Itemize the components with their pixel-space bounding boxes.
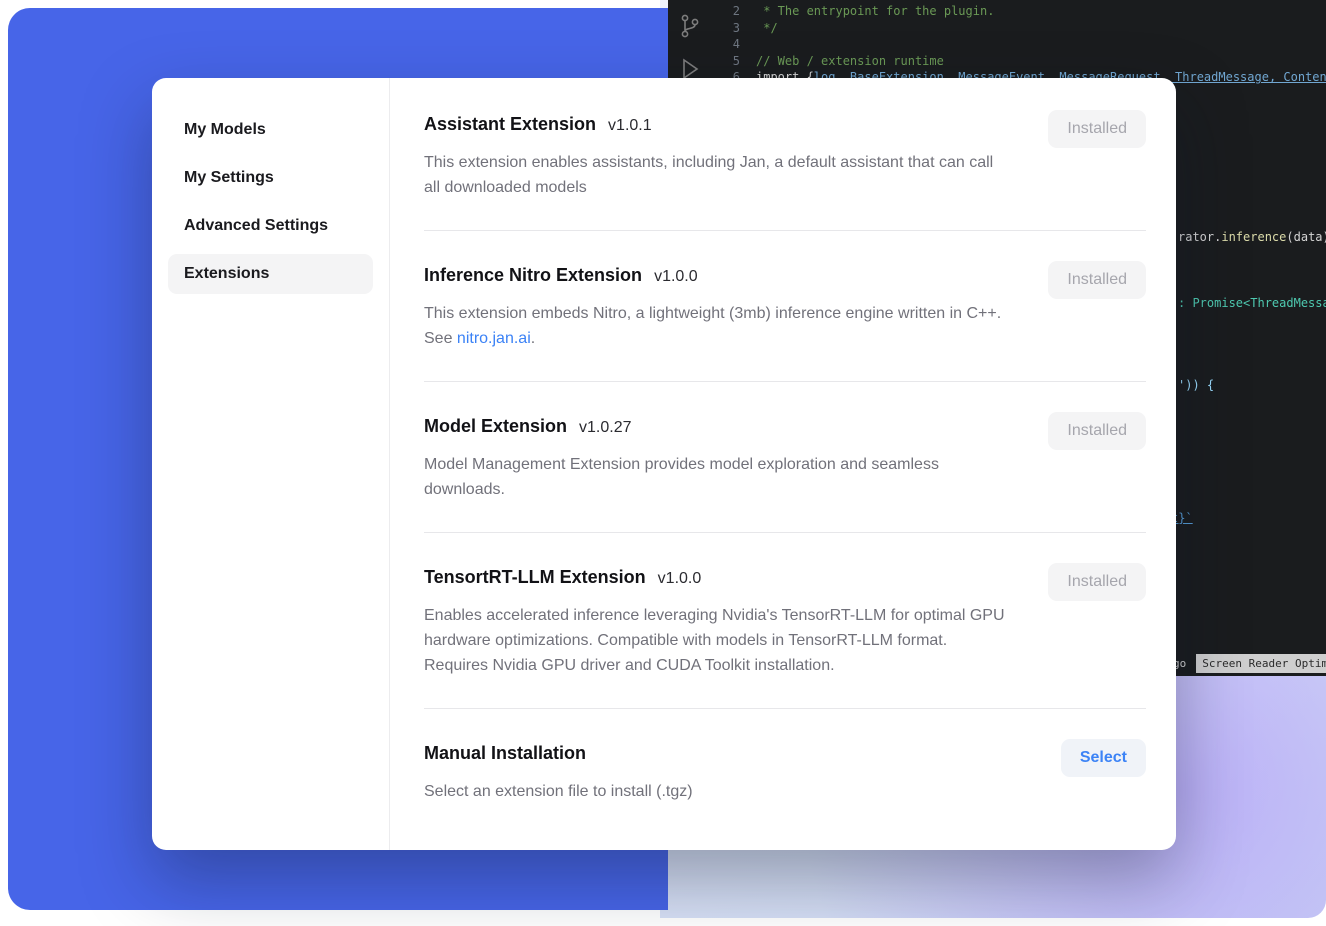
extension-version: v1.0.0 <box>654 268 698 286</box>
line-number: 4 <box>716 37 740 51</box>
extension-version: v1.0.27 <box>579 419 631 437</box>
manual-installation-title: Manual Installation <box>424 739 586 767</box>
code-line: 5 // Web / extension runtime <box>716 53 1326 70</box>
extension-version: v1.0.0 <box>658 570 702 588</box>
extension-row-model: Model Extension v1.0.27 Model Management… <box>424 382 1146 532</box>
code-text: * The entrypoint for the plugin. <box>756 4 994 18</box>
installed-button[interactable]: Installed <box>1048 412 1146 450</box>
screen-reader-badge: Screen Reader Optimized <box>1196 654 1326 673</box>
description-text: . <box>531 330 535 347</box>
extension-description: This extension enables assistants, inclu… <box>424 150 1009 200</box>
code-line: 3 */ <box>716 20 1326 37</box>
installed-button[interactable]: Installed <box>1048 110 1146 148</box>
extension-name: Model Extension <box>424 412 567 440</box>
extension-description: Enables accelerated inference leveraging… <box>424 603 1009 678</box>
extension-description: This extension embeds Nitro, a lightweig… <box>424 301 1009 351</box>
code-line: 4 <box>716 36 1326 53</box>
nitro-jan-ai-link[interactable]: nitro.jan.ai <box>457 330 531 347</box>
code-line: 2 * The entrypoint for the plugin. <box>716 3 1326 20</box>
extension-version: v1.0.1 <box>608 117 652 135</box>
extension-name: Assistant Extension <box>424 110 596 138</box>
installed-button[interactable]: Installed <box>1048 261 1146 299</box>
code-fragment: : Promise<ThreadMessage> <box>1178 296 1326 310</box>
settings-sidebar: My Models My Settings Advanced Settings … <box>152 78 390 850</box>
sidebar-item-advanced-settings[interactable]: Advanced Settings <box>168 206 373 246</box>
code-fragment: ')) { <box>1178 378 1214 392</box>
extension-row-assistant: Assistant Extension v1.0.1 This extensio… <box>424 108 1146 230</box>
code-block: 2 * The entrypoint for the plugin. 3 */ … <box>716 3 1326 86</box>
settings-modal: My Models My Settings Advanced Settings … <box>152 78 1176 850</box>
code-text: inference <box>1221 230 1286 244</box>
extension-name: Inference Nitro Extension <box>424 261 642 289</box>
line-number: 2 <box>716 4 740 18</box>
code-fragment: rator.inference(data)); <box>1178 230 1326 244</box>
installed-button[interactable]: Installed <box>1048 563 1146 601</box>
description-text: Model Management Extension provides mode… <box>424 456 939 498</box>
sidebar-item-my-models[interactable]: My Models <box>168 110 373 150</box>
code-text: (data)); <box>1286 230 1326 244</box>
extension-description: Model Management Extension provides mode… <box>424 452 1009 502</box>
extension-row-tensorrt: TensortRT-LLM Extension v1.0.0 Enables a… <box>424 533 1146 708</box>
extensions-panel: Assistant Extension v1.0.1 This extensio… <box>390 78 1176 850</box>
sidebar-item-extensions[interactable]: Extensions <box>168 254 373 294</box>
select-file-button[interactable]: Select <box>1061 739 1146 777</box>
line-number: 3 <box>716 21 740 35</box>
code-text: rator. <box>1178 230 1221 244</box>
code-text: */ <box>756 21 778 35</box>
source-control-icon <box>678 12 702 40</box>
manual-installation-row: Manual Installation Select an extension … <box>424 709 1146 834</box>
extension-row-nitro: Inference Nitro Extension v1.0.0 This ex… <box>424 231 1146 381</box>
extension-name: TensortRT-LLM Extension <box>424 563 646 591</box>
line-number: 5 <box>716 54 740 68</box>
description-text: This extension enables assistants, inclu… <box>424 154 993 196</box>
code-text: // Web / extension runtime <box>756 54 944 68</box>
editor-statusbar: go Screen Reader Optimized <box>1173 652 1326 674</box>
description-text: Enables accelerated inference leveraging… <box>424 607 1005 674</box>
manual-installation-description: Select an extension file to install (.tg… <box>424 779 693 804</box>
sidebar-item-my-settings[interactable]: My Settings <box>168 158 373 198</box>
